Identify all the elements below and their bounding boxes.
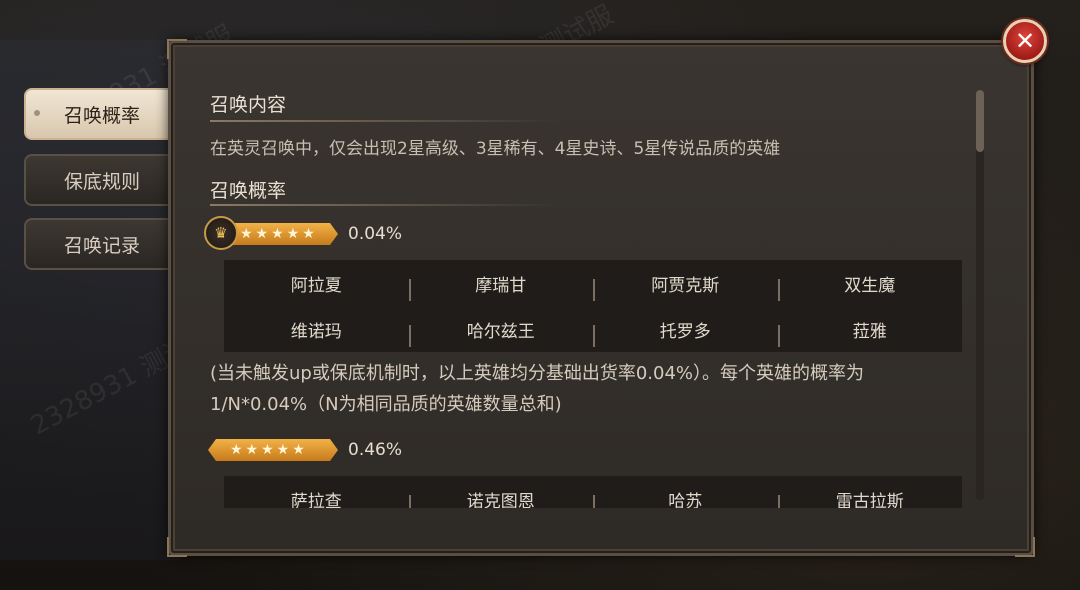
panel-corner-ornament	[167, 537, 187, 557]
hero-name: 双生魔	[777, 271, 963, 301]
panel-content[interactable]: 召唤内容 在英灵召唤中，仅会出现2星高级、3星稀有、4星史诗、5星传说品质的英雄…	[200, 80, 968, 508]
star-rating: ★★★★★	[240, 226, 318, 242]
summon-content-description: 在英灵召唤中，仅会出现2星高级、3星稀有、4星史诗、5星传说品质的英雄	[210, 139, 781, 159]
rarity-tier-legend: ♛ ★★★★★ 0.04%	[204, 216, 403, 250]
tab-label: 召唤概率	[63, 104, 140, 127]
title-divider	[210, 204, 560, 206]
hero-row: 维诺玛 哈尔兹王 托罗多 菈雅	[224, 306, 962, 352]
tier-rate: 0.46%	[348, 440, 403, 460]
rate-note: (当未触发up或保底机制时，以上英雄均分基础出货率0.04%）。每个英雄的概率为…	[210, 363, 865, 415]
panel-corner-ornament	[1015, 537, 1035, 557]
tab-label: 保底规则	[63, 170, 140, 193]
tier-rate: 0.04%	[348, 224, 403, 244]
hero-row: 阿拉夏 摩瑞甘 阿贾克斯 双生魔	[224, 260, 962, 306]
hero-name: 哈尔兹王	[408, 317, 594, 347]
hero-name: 雷古拉斯	[777, 487, 963, 508]
tab-label: 召唤记录	[63, 234, 140, 257]
section-title-summon-rate: 召唤概率	[210, 180, 287, 202]
close-button[interactable]: ✕	[1003, 19, 1047, 63]
hero-name: 阿拉夏	[290, 275, 342, 296]
rarity-tier-epic: ★★★★★ 0.46%	[208, 434, 402, 466]
hero-list-epic: 萨拉查 诺克图恩 哈苏 雷古拉斯	[224, 476, 962, 508]
hero-name: 菈雅	[777, 317, 963, 347]
hero-name: 摩瑞甘	[408, 271, 594, 301]
title-divider	[210, 120, 560, 122]
hero-name: 托罗多	[593, 317, 778, 347]
scrollbar-thumb[interactable]	[976, 90, 984, 152]
star-banner: ★★★★★	[208, 439, 338, 461]
tab-summon-history[interactable]: 召唤记录	[24, 218, 170, 270]
hero-name: 哈苏	[593, 487, 778, 508]
scrollbar[interactable]	[976, 90, 984, 500]
close-icon: ✕	[1014, 27, 1036, 55]
tab-indicator-dot	[34, 110, 40, 116]
tab-guarantee-rules[interactable]: 保底规则	[24, 154, 170, 206]
hero-name: 维诺玛	[290, 321, 342, 342]
hero-row: 萨拉查 诺克图恩 哈苏 雷古拉斯	[224, 476, 962, 508]
hero-name: 诺克图恩	[408, 487, 594, 508]
section-title-summon-content: 召唤内容	[210, 94, 287, 116]
crown-icon: ♛	[204, 216, 238, 250]
panel-corner-ornament	[167, 39, 187, 59]
hero-list-legend: 阿拉夏 摩瑞甘 阿贾克斯 双生魔 维诺玛 哈尔兹王 托罗多 菈雅	[224, 260, 962, 352]
star-rating: ★★★★★	[230, 442, 308, 458]
tab-summon-rate[interactable]: 召唤概率	[24, 88, 170, 140]
hero-name: 萨拉查	[290, 491, 342, 509]
hero-name: 阿贾克斯	[593, 271, 778, 301]
